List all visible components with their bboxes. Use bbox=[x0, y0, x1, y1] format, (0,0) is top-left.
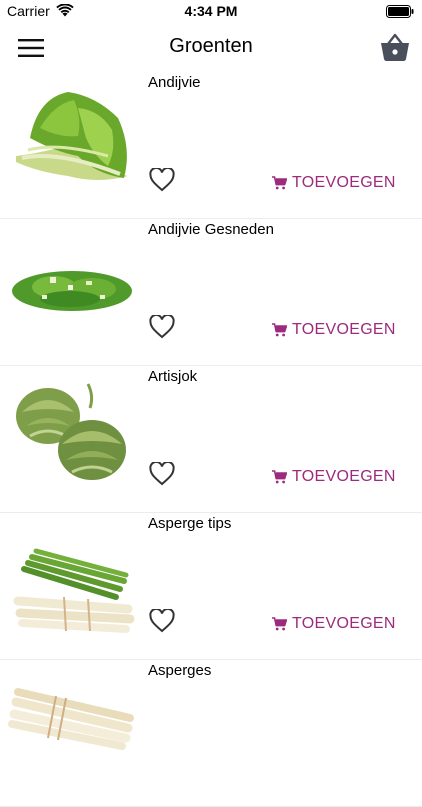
cart-icon bbox=[272, 176, 287, 190]
add-to-cart-button[interactable]: TOEVOEGEN bbox=[272, 468, 396, 486]
product-image bbox=[16, 383, 126, 480]
product-image bbox=[13, 548, 135, 633]
product-image bbox=[12, 271, 132, 311]
cart-icon bbox=[272, 323, 287, 337]
product-image bbox=[16, 92, 128, 180]
add-label: TOEVOEGEN bbox=[292, 468, 396, 485]
product-name: Andijvie Gesneden bbox=[148, 221, 274, 238]
add-to-cart-button[interactable]: TOEVOEGEN bbox=[272, 615, 396, 633]
add-label: TOEVOEGEN bbox=[292, 174, 396, 191]
product-name: Asperge tips bbox=[148, 515, 232, 532]
add-label: TOEVOEGEN bbox=[292, 615, 396, 632]
list-item: Asperge tips TOEVOEGEN bbox=[0, 513, 422, 660]
cart-icon bbox=[272, 617, 287, 631]
battery-icon bbox=[386, 5, 414, 18]
list-item: Andijvie Gesneden TOEVOEGEN bbox=[0, 219, 422, 366]
list-item: Asperges bbox=[0, 660, 422, 807]
heart-icon[interactable] bbox=[149, 168, 175, 192]
heart-icon[interactable] bbox=[149, 462, 175, 486]
basket-icon[interactable] bbox=[378, 30, 412, 64]
add-label: TOEVOEGEN bbox=[292, 321, 396, 338]
add-to-cart-button[interactable]: TOEVOEGEN bbox=[272, 321, 396, 339]
cart-icon bbox=[272, 470, 287, 484]
list-item: Artisjok TOEVOEGEN bbox=[0, 366, 422, 513]
list-item: Andijvie TOEVOEGEN bbox=[0, 72, 422, 219]
heart-icon[interactable] bbox=[149, 609, 175, 633]
page-title: Groenten bbox=[169, 35, 253, 57]
product-image bbox=[8, 688, 134, 750]
product-name: Artisjok bbox=[148, 368, 198, 385]
status-bar: Carrier 4:34 PM bbox=[0, 0, 422, 22]
clock: 4:34 PM bbox=[184, 3, 238, 19]
navigation-bar: Groenten bbox=[0, 22, 422, 73]
heart-icon[interactable] bbox=[149, 315, 175, 339]
product-name: Andijvie bbox=[148, 74, 201, 91]
product-name: Asperges bbox=[148, 662, 212, 679]
product-list: Andijvie TOEVOEGEN Andijvie Gesneden TOE… bbox=[0, 72, 422, 807]
add-to-cart-button[interactable]: TOEVOEGEN bbox=[272, 174, 396, 192]
